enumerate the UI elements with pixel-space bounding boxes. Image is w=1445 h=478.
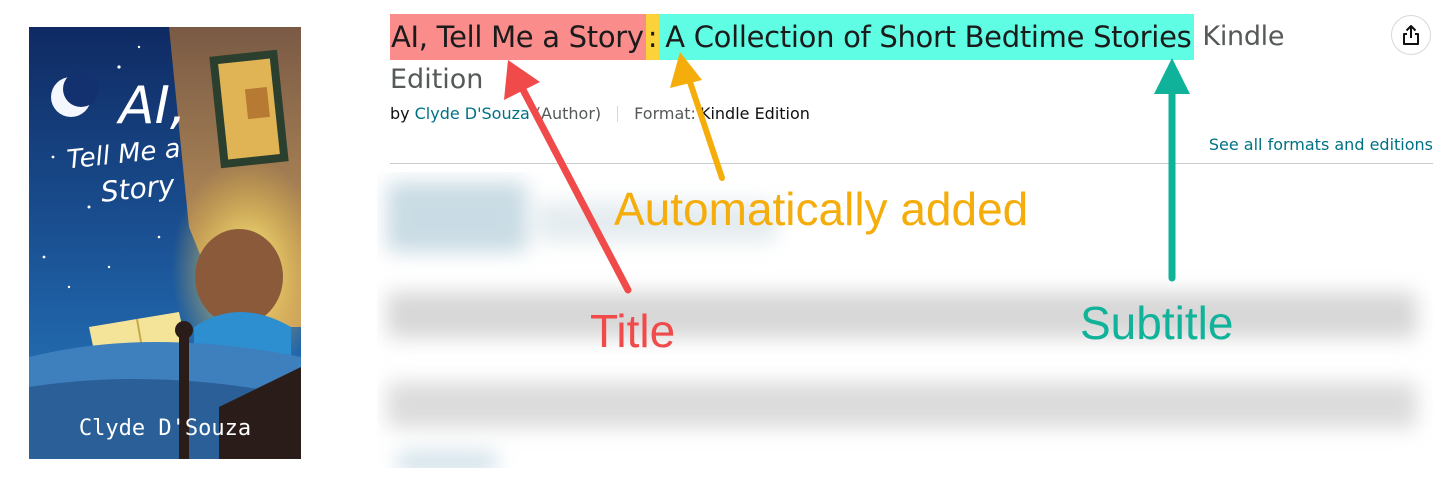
byline-divider: [617, 105, 619, 122]
title-text: AI, Tell Me a Story: [390, 14, 646, 60]
byline: by Clyde D'Souza (Author) Format: Kindle…: [390, 104, 810, 123]
author-link[interactable]: Clyde D'Souza: [415, 104, 530, 123]
format-suffix: Kindle: [1202, 21, 1285, 52]
format-suffix-line2: Edition: [390, 64, 484, 95]
byline-prefix: by: [390, 104, 410, 123]
see-all-formats-link[interactable]: See all formats and editions: [1209, 135, 1433, 154]
share-button[interactable]: [1391, 15, 1431, 55]
book-cover-image[interactable]: AI, Tell Me a Story Clyde D'Souza: [29, 27, 301, 459]
section-divider: [390, 163, 1433, 164]
format-value: Kindle Edition: [699, 104, 810, 123]
share-icon: [1403, 25, 1419, 45]
product-title: AI, Tell Me a Story: A Collection of Sho…: [390, 14, 1285, 60]
format-label: Format:: [634, 104, 696, 123]
cover-author: Clyde D'Souza: [79, 416, 251, 441]
annotation-automatically-added: Automatically added: [614, 183, 1029, 235]
annotation-title: Title: [590, 305, 676, 357]
annotation-subtitle: Subtitle: [1080, 297, 1234, 349]
subtitle-text: A Collection of Short Bedtime Stories: [659, 14, 1195, 60]
author-role: (Author): [534, 104, 602, 123]
title-separator: :: [645, 14, 660, 60]
cover-title-line1: AI,: [116, 76, 186, 136]
